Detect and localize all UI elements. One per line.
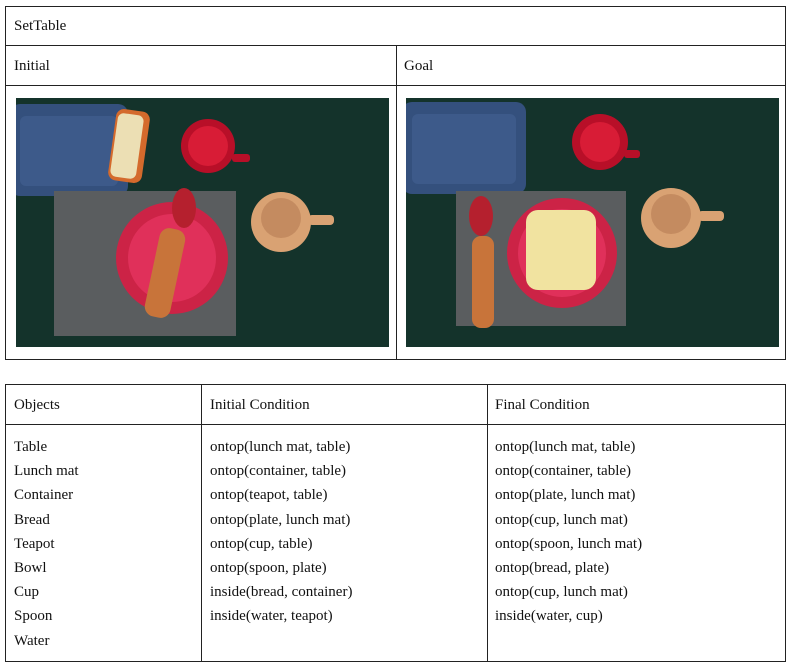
- object-item: Container: [14, 487, 74, 504]
- goal-label: Goal: [404, 58, 434, 74]
- scene-table: SetTable Initial Goal: [5, 6, 786, 360]
- conditions-table: Objects Initial Condition Final Conditio…: [5, 384, 786, 662]
- cup-handle: [232, 154, 250, 162]
- header-final-condition: Final Condition: [495, 397, 590, 413]
- teapot-spout: [698, 211, 724, 221]
- object-item: Table: [14, 439, 48, 455]
- spoon-handle: [472, 236, 494, 328]
- header-initial-condition: Initial Condition: [210, 397, 310, 413]
- object-item: Spoon: [14, 608, 53, 625]
- container-inner: [412, 114, 516, 184]
- object-item: Water: [14, 632, 50, 649]
- final-condition-item: ontop(spoon, lunch mat): [495, 535, 643, 552]
- task-title: SetTable: [14, 18, 67, 34]
- objects-list: Table Lunch mat Container Bread Teapot B…: [14, 435, 79, 653]
- initial-condition-item: ontop(lunch mat, table): [210, 439, 351, 455]
- initial-condition-item: ontop(cup, table): [210, 535, 313, 552]
- spoon-head: [469, 196, 493, 236]
- initial-condition-item: ontop(plate, lunch mat): [210, 511, 351, 528]
- task-title-row: SetTable: [6, 7, 785, 46]
- initial-scene-image: [16, 98, 389, 347]
- column-divider: [201, 385, 202, 661]
- goal-scene-image: [406, 98, 779, 347]
- final-condition-item: inside(water, cup): [495, 608, 603, 625]
- final-condition-item: ontop(lunch mat, table): [495, 439, 636, 455]
- conditions-header-row: Objects Initial Condition Final Conditio…: [6, 385, 785, 425]
- teapot-spout: [308, 215, 334, 225]
- initial-condition-item: ontop(spoon, plate): [210, 559, 327, 576]
- spoon-head: [172, 188, 196, 228]
- initial-condition-item: ontop(teapot, table): [210, 487, 328, 504]
- object-item: Cup: [14, 584, 40, 601]
- object-item: Bread: [14, 511, 50, 528]
- bread-slice: [526, 210, 596, 290]
- final-condition-item: ontop(bread, plate): [495, 559, 610, 576]
- column-divider: [487, 385, 488, 661]
- final-condition-item: ontop(plate, lunch mat): [495, 487, 636, 504]
- cup-handle: [624, 150, 640, 158]
- final-condition-item: ontop(container, table): [495, 463, 632, 480]
- final-conditions-list: ontop(lunch mat, table) ontop(container,…: [495, 435, 642, 629]
- initial-condition-item: inside(water, teapot): [210, 608, 333, 625]
- goal-scene-drawing: [406, 98, 779, 347]
- object-item: Lunch mat: [14, 463, 79, 480]
- column-divider: [396, 46, 397, 359]
- final-condition-item: ontop(cup, lunch mat): [495, 584, 628, 601]
- container-inner: [20, 116, 118, 186]
- initial-condition-item: ontop(container, table): [210, 463, 347, 480]
- object-item: Teapot: [14, 535, 55, 552]
- header-objects: Objects: [14, 397, 60, 413]
- initial-conditions-list: ontop(lunch mat, table) ontop(container,…: [210, 435, 352, 629]
- initial-scene-drawing: [16, 98, 389, 347]
- initial-condition-item: inside(bread, container): [210, 584, 353, 601]
- object-item: Bowl: [14, 559, 47, 576]
- initial-label: Initial: [14, 58, 50, 74]
- final-condition-item: ontop(cup, lunch mat): [495, 511, 628, 528]
